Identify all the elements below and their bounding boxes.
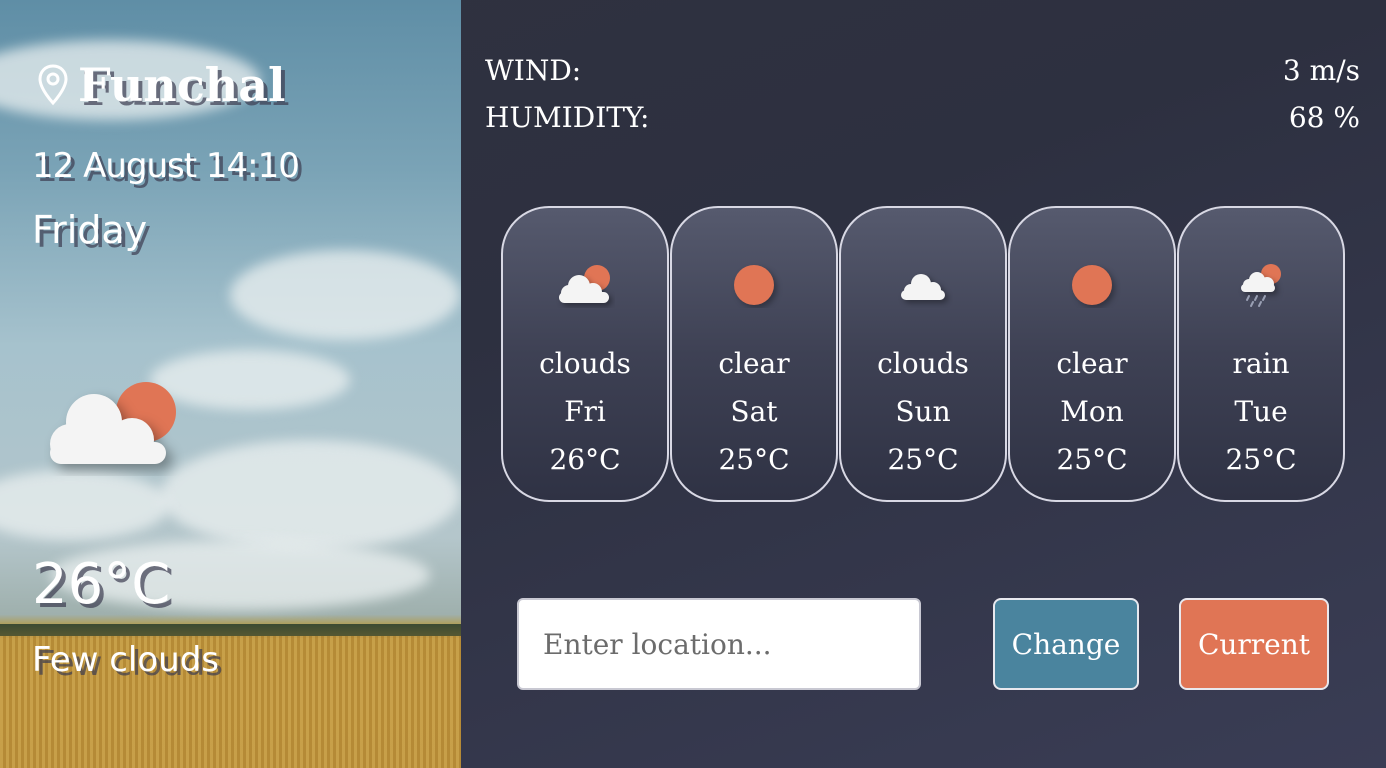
sun-behind-cloud-icon: [559, 265, 610, 303]
forecast-day: Fri: [564, 395, 606, 428]
forecast-temp: 25°C: [1056, 443, 1128, 476]
forecast-card-sun[interactable]: clouds Sun 25°C: [839, 206, 1007, 502]
current-location-button[interactable]: Current: [1179, 598, 1329, 690]
forecast-card-tue[interactable]: rain Tue 25°C: [1177, 206, 1345, 502]
rain-cloud-sun-icon: [1241, 264, 1281, 307]
forecast-card-fri[interactable]: clouds Fri 26°C: [501, 206, 669, 502]
wind-value: 3 m/s: [1282, 54, 1360, 87]
change-location-button[interactable]: Change: [993, 598, 1139, 690]
sun-icon: [1072, 265, 1112, 305]
current-day: Friday: [32, 208, 148, 252]
current-temperature: 26°C: [32, 552, 171, 617]
humidity-value: 68 %: [1288, 101, 1360, 134]
forecast-card-sat[interactable]: clear Sat 25°C: [670, 206, 838, 502]
location-input[interactable]: [517, 598, 921, 690]
humidity-label: HUMIDITY:: [485, 101, 650, 134]
forecast-day: Mon: [1060, 395, 1124, 428]
current-description: Few clouds: [32, 640, 220, 680]
forecast-day: Sat: [730, 395, 778, 428]
current-weather-panel: Funchal 12 August 14:10 Friday 26°C Few …: [0, 0, 461, 768]
location-pin-icon: [38, 64, 68, 106]
forecast-desc: rain: [1232, 347, 1290, 380]
forecast-desc: clear: [718, 347, 790, 380]
forecast-card-mon[interactable]: clear Mon 25°C: [1008, 206, 1176, 502]
forecast-day: Sun: [895, 395, 951, 428]
forecast-temp: 25°C: [1225, 443, 1297, 476]
forecast-temp: 25°C: [718, 443, 790, 476]
forecast-temp: 26°C: [549, 443, 621, 476]
forecast-desc: clouds: [877, 347, 969, 380]
wind-label: WIND:: [485, 54, 582, 87]
forecast-day: Tue: [1234, 395, 1288, 428]
forecast-desc: clouds: [539, 347, 631, 380]
sun-icon: [734, 265, 774, 305]
forecast-list: clouds Fri 26°C clear Sat 25°C clouds Su…: [501, 206, 1346, 502]
current-datetime: 12 August 14:10: [32, 146, 300, 186]
forecast-temp: 25°C: [887, 443, 959, 476]
city-name: Funchal: [78, 58, 286, 112]
cloud-icon: [901, 274, 945, 300]
forecast-desc: clear: [1056, 347, 1128, 380]
sun-behind-cloud-icon: [50, 382, 176, 464]
